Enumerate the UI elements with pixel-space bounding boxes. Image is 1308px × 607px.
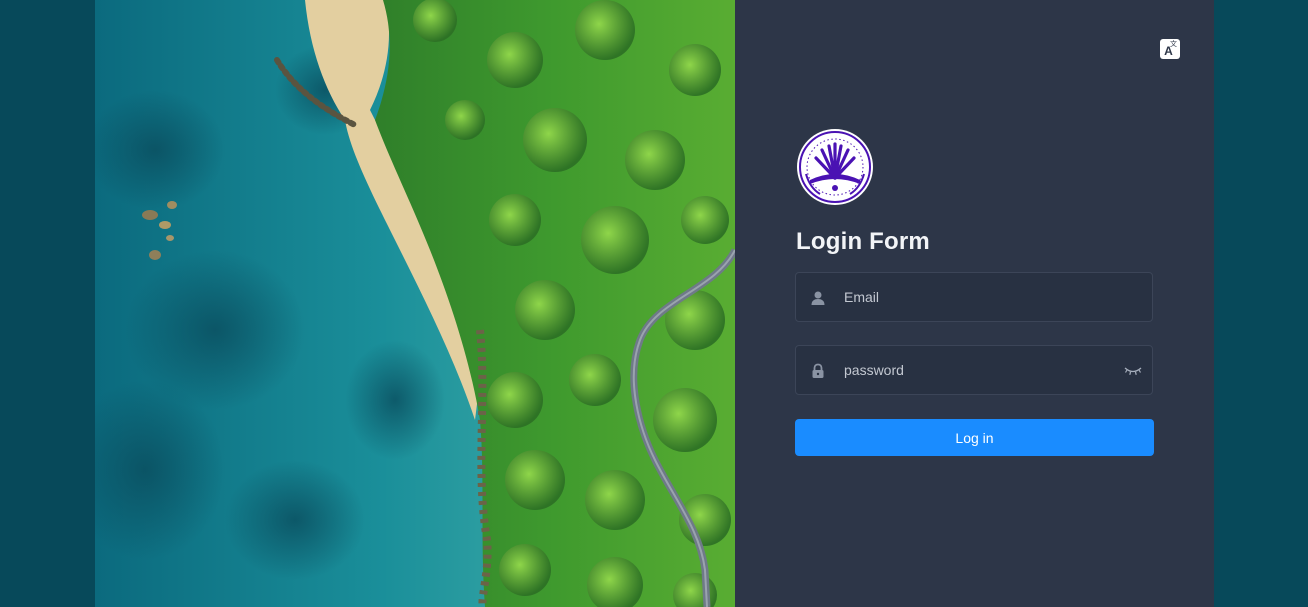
- eye-closed-icon[interactable]: [1124, 365, 1142, 377]
- user-icon: [811, 291, 825, 305]
- lock-icon: [812, 363, 824, 378]
- hero-image: [95, 0, 735, 607]
- translate-icon-accent: 文: [1170, 41, 1177, 48]
- university-logo: [797, 129, 873, 205]
- language-switch-button[interactable]: A 文: [1160, 39, 1180, 59]
- password-input[interactable]: [844, 346, 1124, 394]
- login-button[interactable]: Log in: [795, 419, 1154, 456]
- page-title: Login Form: [796, 228, 930, 255]
- login-panel: A 文 Login Form Email Log in: [735, 0, 1214, 607]
- login-page: A 文 Login Form Email Log in: [95, 0, 1214, 607]
- email-input[interactable]: [844, 273, 1124, 321]
- password-field: [795, 345, 1153, 395]
- email-field: [795, 272, 1153, 322]
